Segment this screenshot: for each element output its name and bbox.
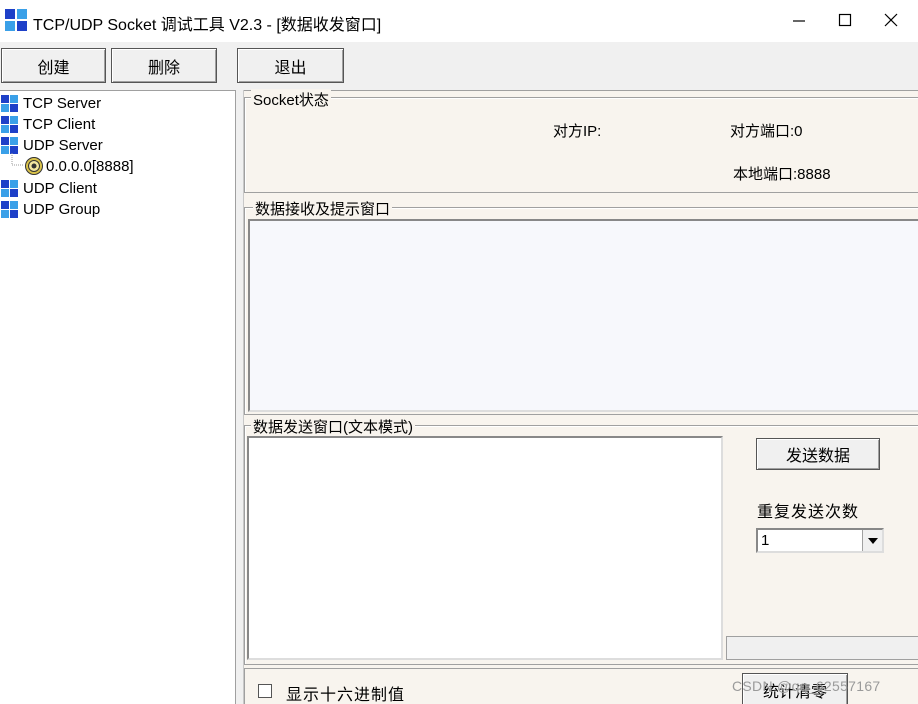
title-bar: TCP/UDP Socket 调试工具 V2.3 - [数据收发窗口]: [0, 0, 918, 42]
minimize-icon: [793, 20, 805, 22]
tree-item-tcp-client[interactable]: TCP Client: [1, 114, 95, 134]
tree-item-label: 0.0.0.0[8888]: [46, 157, 134, 175]
tree-item-label: TCP Server: [23, 94, 102, 112]
status-field: [726, 636, 918, 660]
create-button[interactable]: 创建: [1, 48, 106, 83]
watermark: CSDN @qq_62557167: [732, 678, 881, 694]
tree-item-label: TCP Client: [23, 115, 96, 133]
tree-item-label: UDP Client: [23, 179, 97, 197]
receive-textarea[interactable]: [248, 219, 918, 412]
tree-item-udp-group[interactable]: UDP Group: [1, 199, 100, 219]
repeat-count-value: 1: [761, 532, 770, 549]
local-port-label: 本地端口:8888: [733, 166, 831, 183]
tree-item-udp-socket[interactable]: 0.0.0.0[8888]: [24, 156, 134, 176]
send-label: 数据发送窗口(文本模式): [251, 416, 415, 437]
remote-ip-label: 对方IP:: [553, 123, 602, 140]
panel-splitter[interactable]: [236, 90, 244, 704]
tree-item-label: UDP Server: [23, 136, 103, 154]
send-data-button[interactable]: 发送数据: [756, 438, 880, 470]
hex-display-checkbox[interactable]: [258, 684, 272, 698]
node-grid-icon: [1, 136, 18, 154]
socket-status-group: Socket状态 对方IP: 对方端口:0 本地端口:8888: [244, 89, 918, 193]
delete-button[interactable]: 删除: [111, 48, 217, 83]
node-grid-icon: [1, 115, 18, 133]
tree-item-udp-client[interactable]: UDP Client: [1, 178, 97, 198]
hex-display-label: 显示十六进制值: [286, 687, 406, 704]
maximize-button[interactable]: [822, 0, 868, 40]
repeat-count-select[interactable]: 1: [756, 528, 884, 553]
exit-button[interactable]: 退出: [237, 48, 344, 83]
tree-item-tcp-server[interactable]: TCP Server: [1, 93, 101, 113]
node-grid-icon: [1, 200, 18, 218]
app-grid-icon: [5, 9, 27, 31]
tree-item-label: UDP Group: [23, 200, 101, 218]
tree-connector-line: [11, 153, 24, 166]
socket-target-icon: [25, 157, 43, 175]
receive-label: 数据接收及提示窗口: [253, 198, 393, 219]
dropdown-arrow-icon[interactable]: [862, 530, 882, 551]
maximize-icon: [838, 13, 852, 27]
minimize-button[interactable]: [776, 0, 822, 40]
window-title: TCP/UDP Socket 调试工具 V2.3 - [数据收发窗口]: [33, 17, 382, 34]
send-textarea[interactable]: [247, 436, 723, 660]
close-button[interactable]: [868, 0, 914, 40]
node-grid-icon: [1, 179, 18, 197]
remote-port-label: 对方端口:0: [730, 123, 803, 140]
tree-item-udp-server[interactable]: UDP Server: [1, 135, 103, 155]
close-icon: [884, 13, 898, 27]
socket-tree[interactable]: TCP Server TCP Client UDP Server 0.0.0.0…: [0, 90, 236, 704]
repeat-count-label: 重复发送次数: [757, 504, 860, 521]
node-grid-icon: [1, 94, 18, 112]
socket-status-label: Socket状态: [251, 89, 331, 110]
